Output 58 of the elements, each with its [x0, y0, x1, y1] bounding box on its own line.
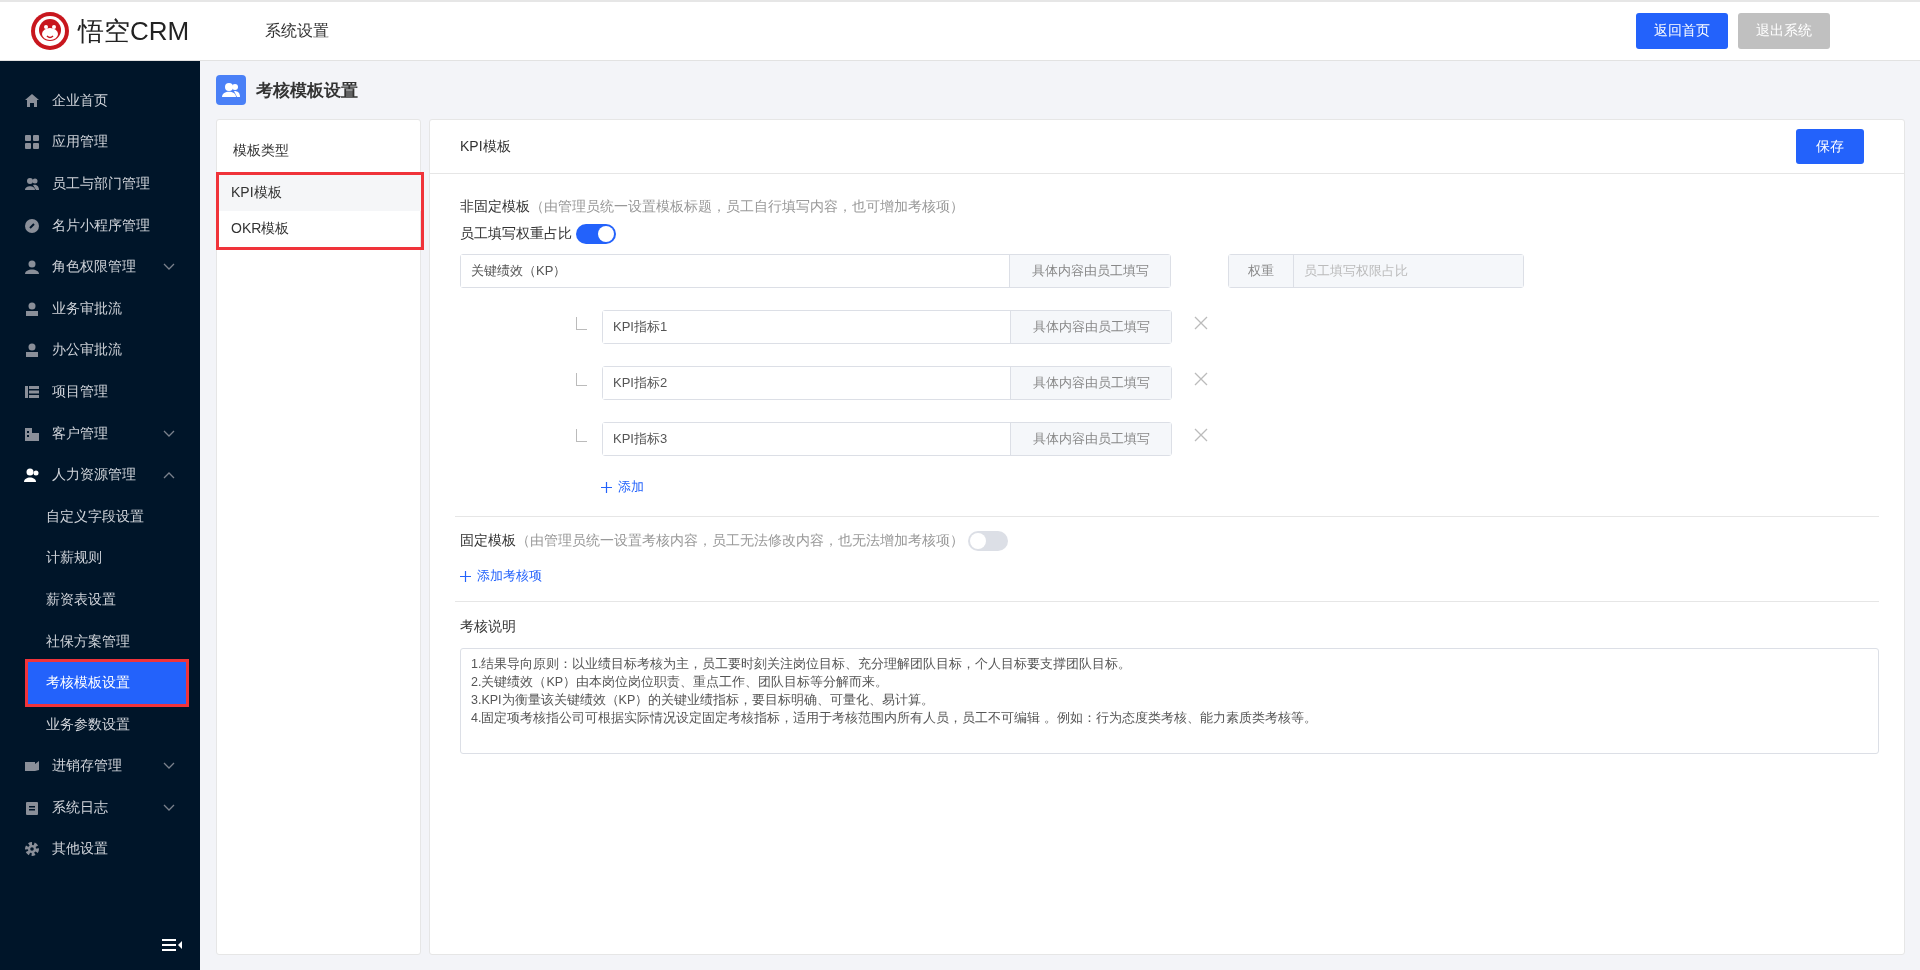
- sidebar-item[interactable]: 系统日志: [0, 787, 200, 829]
- close-icon[interactable]: [1194, 372, 1208, 386]
- users-icon: [216, 75, 246, 105]
- sidebar-subitem[interactable]: 计薪规则: [28, 537, 186, 580]
- logo-text: 悟空CRM: [78, 14, 190, 48]
- plus-icon: [601, 481, 612, 493]
- sidebar-item[interactable]: 人力资源管理: [0, 454, 200, 496]
- page-title: 考核模板设置: [256, 79, 358, 102]
- sidebar-item[interactable]: 办公审批流: [0, 329, 200, 372]
- users-icon: [24, 176, 40, 192]
- section-note: （由管理员统一设置考核内容，员工无法修改内容，也无法增加考核项）: [516, 532, 964, 550]
- settings-icon: [24, 841, 40, 858]
- panel-title: KPI模板: [460, 137, 511, 156]
- list-icon: [24, 383, 40, 400]
- user-icon: [24, 259, 40, 276]
- sidebar-item[interactable]: 业务审批流: [0, 287, 200, 330]
- section-title: 固定模板: [460, 532, 516, 550]
- section-title: 考核说明: [460, 618, 516, 634]
- toggle-switch[interactable]: [968, 531, 1008, 551]
- save-button[interactable]: 保存: [1796, 129, 1864, 164]
- building-icon: [24, 425, 40, 442]
- sidebar-subitem[interactable]: 社保方案管理: [28, 620, 186, 663]
- sidebar-item[interactable]: 名片小程序管理: [0, 204, 200, 247]
- sidebar-item[interactable]: 应用管理: [0, 121, 200, 164]
- sidebar-subitem[interactable]: 业务参数设置: [28, 703, 186, 746]
- clipboard-icon: [24, 799, 40, 816]
- sidebar-item[interactable]: 员工与部门管理: [0, 163, 200, 205]
- section-title: 非固定模板: [460, 198, 530, 216]
- sidebar-item[interactable]: 客户管理: [0, 412, 200, 455]
- user-icon: [24, 300, 40, 317]
- description-field[interactable]: 1.结果导向原则：以业绩目标考核为主，员工要时刻关注岗位目标、充分理解团队目标，个人目标要支撑团队目标。 2.关键绩效（KP）由本岗位岗位职责、重点工作、团队目标等分解而来。 3.KPI为衡量该关键绩效（KP）的关键业绩指标，要目标明确、可量化、易计算。 4.固定项考核指公司可根据实际情况设定固定考核指标，适用于考核范围内所有人员，员工不可编辑 。例如：行为态度类考核、能力素质类考核等。: [460, 648, 1879, 754]
- header-title: 系统设置: [265, 20, 329, 41]
- collapse-menu-icon[interactable]: [162, 938, 182, 952]
- add-link[interactable]: 添加: [601, 478, 644, 496]
- panel-heading: 模板类型: [232, 141, 290, 160]
- users-icon: [24, 467, 40, 484]
- home-icon: [24, 92, 40, 109]
- toggle-label: 员工填写权重占比: [460, 225, 572, 243]
- template-item[interactable]: OKR模板: [219, 211, 421, 247]
- template-item[interactable]: KPI模板: [219, 175, 421, 211]
- close-icon[interactable]: [1194, 428, 1208, 442]
- monkey-logo-icon: [30, 11, 70, 51]
- user-icon: [24, 342, 40, 359]
- sidebar-subitem[interactable]: 自定义字段设置: [28, 495, 186, 538]
- sidebar-item[interactable]: 项目管理: [0, 371, 200, 413]
- sidebar-item[interactable]: 进销存管理: [0, 745, 200, 788]
- add-link[interactable]: 添加考核项: [460, 567, 542, 585]
- home-button[interactable]: 返回首页: [1636, 13, 1728, 49]
- sidebar-item[interactable]: 企业首页: [0, 80, 200, 122]
- sidebar-item[interactable]: 其他设置: [0, 828, 200, 871]
- sidebar-subitem[interactable]: 薪资表设置: [28, 579, 186, 621]
- grid-icon: [24, 134, 40, 151]
- toggle-switch[interactable]: [576, 224, 616, 244]
- close-icon[interactable]: [1194, 316, 1208, 330]
- sidebar-subitem[interactable]: 考核模板设置: [28, 662, 186, 704]
- plus-icon: [460, 570, 471, 582]
- sidebar-item[interactable]: 角色权限管理: [0, 246, 200, 288]
- section-note: （由管理员统一设置模板标题，员工自行填写内容，也可增加考核项）: [530, 198, 964, 216]
